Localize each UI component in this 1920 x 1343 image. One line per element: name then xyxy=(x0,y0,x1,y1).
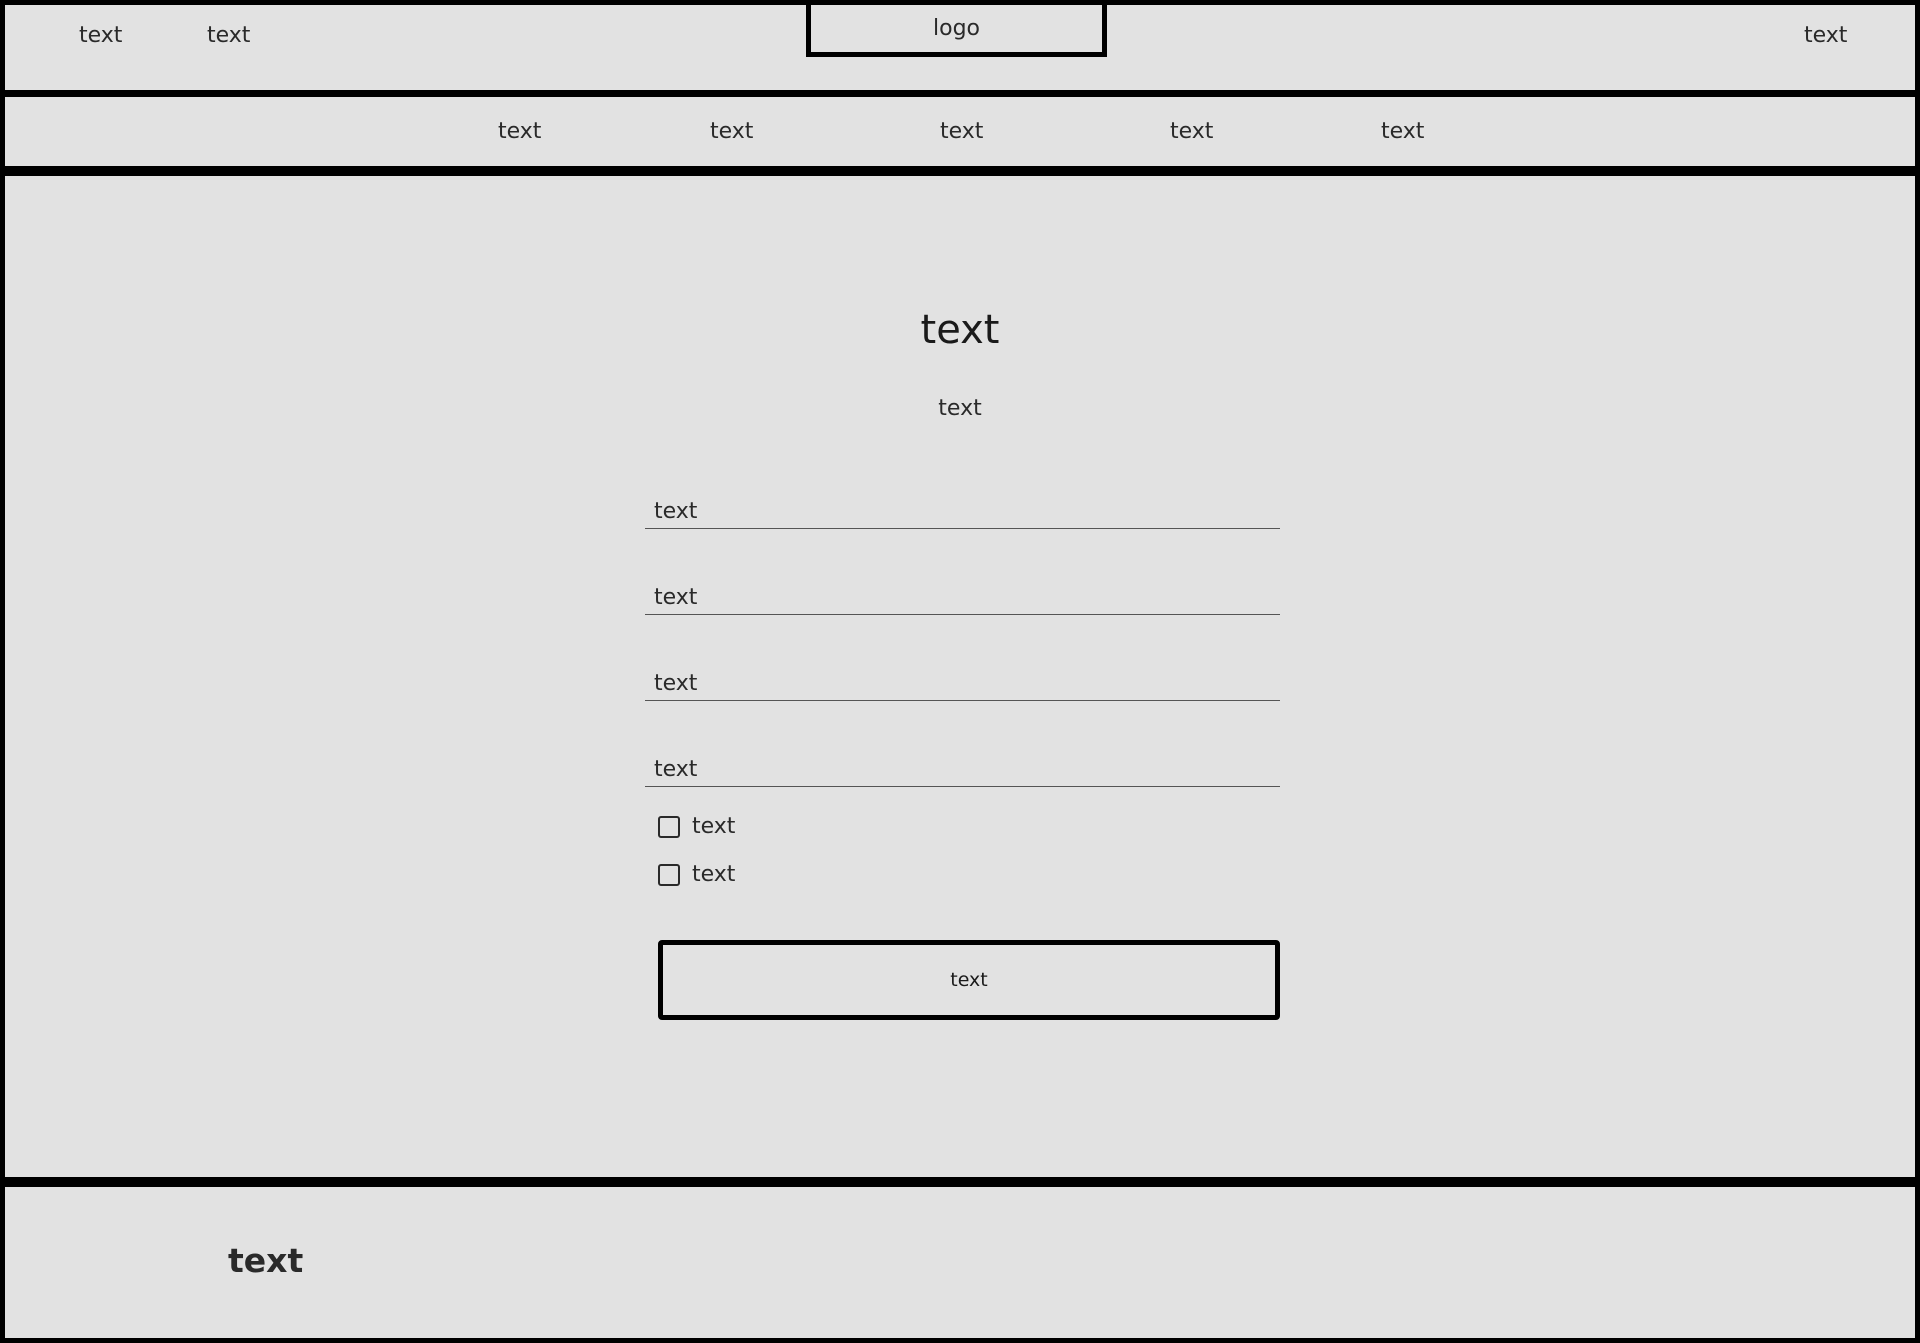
nav-bar: text text text text text xyxy=(5,97,1915,166)
page-title: text xyxy=(920,307,1000,353)
logo-label: logo xyxy=(933,16,980,41)
form-field-3[interactable]: text xyxy=(645,666,1280,701)
checkbox-row-2[interactable]: text xyxy=(658,861,735,889)
form-field-4-label: text xyxy=(654,757,698,782)
checkbox-row-1[interactable]: text xyxy=(658,813,735,841)
main-content: text text text text text text text text … xyxy=(5,176,1915,1177)
top-bar: text text logo text xyxy=(5,0,1915,90)
checkbox-2[interactable] xyxy=(658,864,680,886)
form-field-4[interactable]: text xyxy=(645,752,1280,787)
form-field-3-label: text xyxy=(654,671,698,696)
submit-button-label: text xyxy=(950,969,988,991)
form-field-1-label: text xyxy=(654,499,698,524)
logo[interactable]: logo xyxy=(806,0,1107,57)
form-field-1[interactable]: text xyxy=(645,494,1280,529)
checkbox-1[interactable] xyxy=(658,816,680,838)
top-link-1[interactable]: text xyxy=(79,23,122,49)
submit-button[interactable]: text xyxy=(658,940,1280,1020)
form-field-2-label: text xyxy=(654,585,698,610)
nav-item-2[interactable]: text xyxy=(710,119,753,145)
nav-item-5[interactable]: text xyxy=(1381,119,1424,145)
footer: text xyxy=(5,1187,1915,1338)
top-link-2[interactable]: text xyxy=(207,23,250,49)
form-field-2[interactable]: text xyxy=(645,580,1280,615)
nav-item-3[interactable]: text xyxy=(940,119,983,145)
footer-text: text xyxy=(228,1241,304,1280)
nav-item-1[interactable]: text xyxy=(498,119,541,145)
checkbox-2-label: text xyxy=(692,862,736,887)
page-subtitle: text xyxy=(938,396,982,421)
nav-item-4[interactable]: text xyxy=(1170,119,1213,145)
checkbox-1-label: text xyxy=(692,814,736,839)
top-link-right[interactable]: text xyxy=(1804,23,1847,49)
